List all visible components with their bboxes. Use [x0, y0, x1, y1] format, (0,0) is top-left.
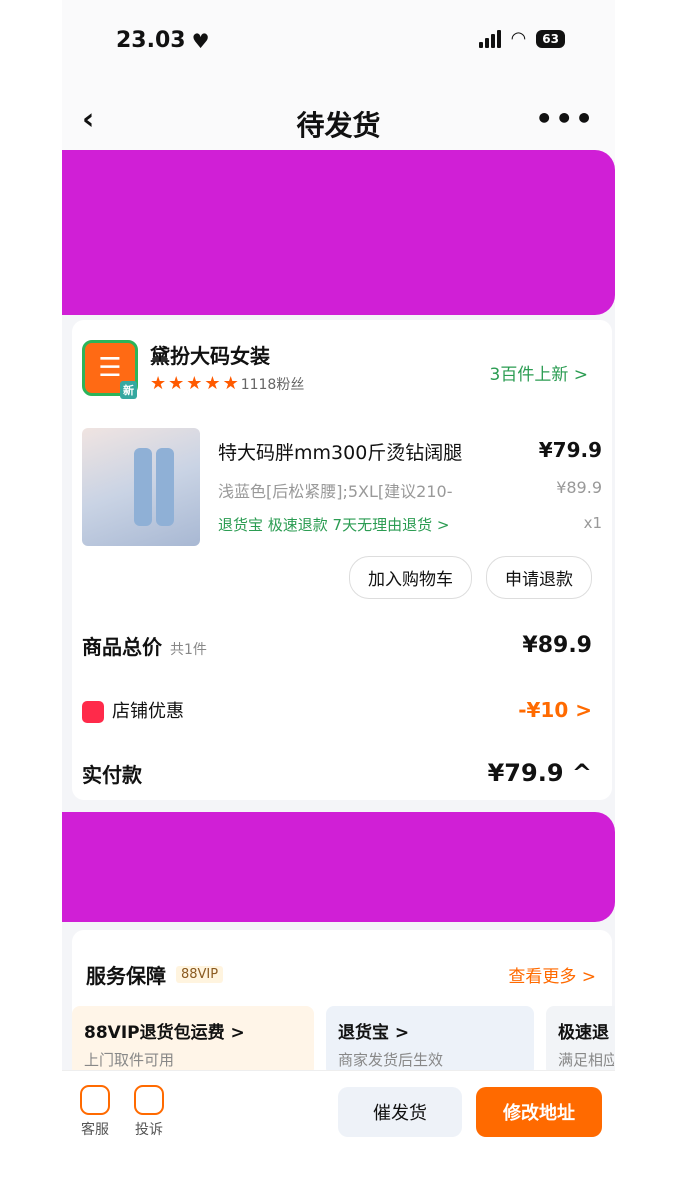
right-margin [615, 0, 675, 1200]
shop-header[interactable]: ☰ 新 黛扮大码女装 ★ ★ ★ ★ ★ 1118粉丝 [82, 340, 304, 399]
paid-value: ¥79.9 ^ [487, 759, 592, 787]
star-icon: ★ [168, 373, 185, 394]
shop-order-card: ☰ 新 黛扮大码女装 ★ ★ ★ ★ ★ 1118粉丝 3百件上新 > 特大码胖… [72, 320, 612, 800]
redaction-overlay [62, 150, 615, 315]
left-margin [0, 0, 62, 1200]
total-value: ¥89.9 [522, 632, 592, 658]
product-price: ¥79.9 [538, 438, 602, 462]
product-spec: 浅蓝色[后松紧腰];5XL[建议210- [218, 482, 453, 501]
paid-label: 实付款 [82, 762, 142, 787]
signal-icon [478, 29, 501, 48]
wifi-icon: ◠ [510, 28, 527, 49]
discount-label: 店铺优惠 [112, 701, 184, 722]
fans-count: 1118粉丝 [240, 376, 305, 393]
shop-logo: ☰ 新 [82, 340, 138, 399]
nav-bar: ‹ 待发货 ••• [62, 80, 615, 160]
vip-tag: 88VIP [176, 966, 224, 983]
redaction-overlay [62, 812, 615, 922]
total-label: 商品总价 [82, 634, 162, 659]
customer-service-button[interactable]: 客服 [80, 1085, 110, 1139]
product-image [82, 428, 200, 546]
order-actions: 加入购物车 申请退款 [349, 556, 592, 599]
total-row: 商品总价 共1件 ¥89.9 [82, 620, 592, 670]
service-box-return-insurance[interactable]: 退货宝 > 商家发货后生效 [326, 1006, 534, 1076]
discount-value: -¥10 > [518, 698, 592, 722]
clock: 23.03 ♥ [116, 28, 210, 53]
service-title: 服务保障 [86, 964, 166, 988]
product-original-price: ¥89.9 [556, 478, 602, 497]
service-box-88vip[interactable]: 88VIP退货包运费 > 上门取件可用 [72, 1006, 314, 1076]
new-badge: 新 [120, 381, 137, 399]
star-icon: ★ [150, 373, 167, 394]
see-more-link[interactable]: 查看更多 > [508, 962, 596, 987]
bottom-bar: 客服 投诉 催发货 修改地址 [62, 1070, 615, 1200]
shop-rating: ★ ★ ★ ★ ★ 1118粉丝 [150, 373, 304, 394]
store-coupon-icon [82, 701, 104, 723]
service-boxes: 88VIP退货包运费 > 上门取件可用 退货宝 > 商家发货后生效 极速退 满足… [72, 1006, 615, 1076]
product-quantity: x1 [583, 514, 602, 532]
urge-shipping-button[interactable]: 催发货 [338, 1087, 462, 1137]
request-refund-button[interactable]: 申请退款 [486, 556, 592, 599]
star-icon: ★ [186, 373, 203, 394]
service-guarantee-card: 服务保障 88VIP 查看更多 > 88VIP退货包运费 > 上门取件可用 退货… [72, 930, 615, 1076]
total-count: 共1件 [170, 641, 207, 658]
add-to-cart-button[interactable]: 加入购物车 [349, 556, 472, 599]
chat-face-icon [80, 1085, 110, 1115]
service-box-fast-refund[interactable]: 极速退 满足相应 [546, 1006, 615, 1076]
battery-icon: 63 [536, 29, 565, 48]
product-title: 特大码胖mm300斤烫钻阔腿 [218, 442, 463, 464]
status-icons: ◠ 63 [478, 28, 565, 49]
paid-row[interactable]: 实付款 ¥79.9 ^ [82, 748, 592, 798]
complain-button[interactable]: 投诉 [134, 1085, 164, 1139]
order-detail-screen: 23.03 ♥ ◠ 63 ‹ 待发货 ••• ☰ 新 黛扮大码女装 ★ ★ ★ … [62, 0, 615, 1200]
shop-info: 黛扮大码女装 ★ ★ ★ ★ ★ 1118粉丝 [150, 340, 304, 394]
discount-row[interactable]: 店铺优惠 -¥10 > [82, 685, 592, 735]
complaint-icon [134, 1085, 164, 1115]
change-address-button[interactable]: 修改地址 [476, 1087, 602, 1137]
product-row[interactable]: 特大码胖mm300斤烫钻阔腿 ¥79.9 浅蓝色[后松紧腰];5XL[建议210… [82, 428, 602, 548]
shop-new-arrivals-link[interactable]: 3百件上新 > [490, 360, 588, 385]
star-icon: ★ [204, 373, 221, 394]
shop-name: 黛扮大码女装 [150, 344, 270, 368]
heart-icon: ♥ [191, 28, 210, 53]
status-bar: 23.03 ♥ ◠ 63 [62, 0, 615, 80]
product-service-tags[interactable]: 退货宝 极速退款 7天无理由退货 > [218, 514, 449, 535]
star-icon: ★ [222, 373, 239, 394]
more-icon[interactable]: ••• [535, 102, 595, 135]
page-title: 待发货 [296, 109, 381, 142]
